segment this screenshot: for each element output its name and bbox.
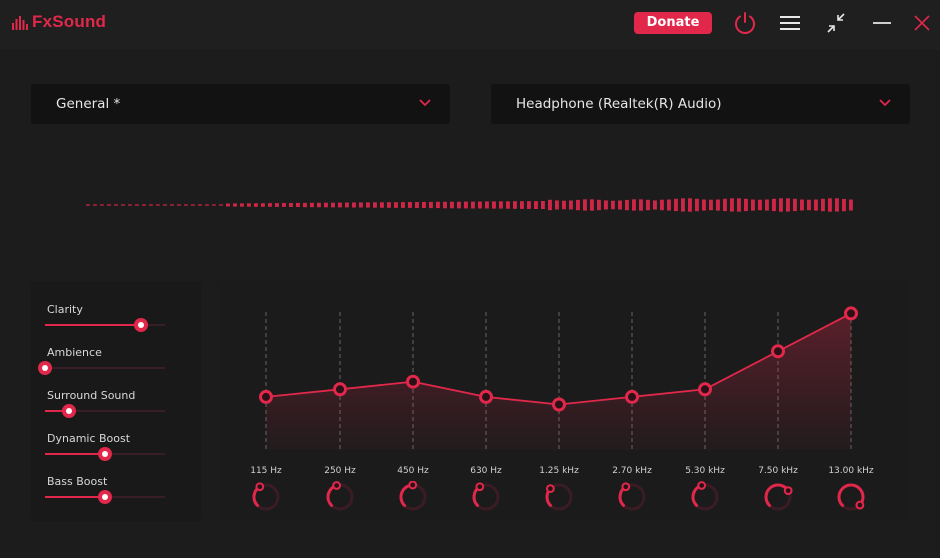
- knob-dial: [618, 482, 646, 511]
- knob-dial: [472, 482, 500, 511]
- knob-dial: [326, 481, 354, 511]
- eq-band-handle[interactable]: [333, 382, 347, 397]
- band-knob[interactable]: [689, 481, 721, 513]
- band-label-115hz: 115 Hz: [250, 466, 282, 476]
- knob-dial: [252, 482, 280, 511]
- band-label-7-50khz: 7.50 kHz: [758, 466, 798, 476]
- eq-band-handle[interactable]: [771, 344, 785, 359]
- band-knob[interactable]: [616, 481, 648, 513]
- knob-dial: [691, 481, 719, 511]
- eq-band-handle[interactable]: [259, 389, 273, 404]
- band-knob[interactable]: [250, 481, 282, 513]
- band-knob[interactable]: [762, 481, 794, 513]
- band-label-5-30khz: 5.30 kHz: [685, 466, 725, 476]
- band-knob[interactable]: [543, 481, 575, 513]
- eq-band-handle[interactable]: [552, 397, 566, 412]
- eq-band-handle[interactable]: [625, 389, 639, 404]
- eq-band-handle[interactable]: [479, 389, 493, 404]
- band-knob[interactable]: [470, 481, 502, 513]
- band-label-450hz: 450 Hz: [397, 466, 429, 476]
- eq-band-handle[interactable]: [844, 306, 858, 321]
- band-knob[interactable]: [397, 480, 429, 513]
- band-label-630hz: 630 Hz: [470, 466, 502, 476]
- band-label-250hz: 250 Hz: [324, 466, 356, 476]
- knob-dial: [399, 480, 427, 511]
- band-knob[interactable]: [835, 481, 867, 513]
- knob-dial: [764, 483, 793, 511]
- knob-dial: [545, 483, 573, 511]
- knob-dial: [837, 483, 865, 511]
- band-knob[interactable]: [324, 481, 356, 513]
- eq-band-handle[interactable]: [406, 374, 420, 389]
- band-label-2-70khz: 2.70 kHz: [612, 466, 652, 476]
- eq-band-handle[interactable]: [698, 382, 712, 397]
- band-label-1-25khz: 1.25 kHz: [539, 466, 579, 476]
- band-label-13-00khz: 13.00 kHz: [828, 466, 874, 476]
